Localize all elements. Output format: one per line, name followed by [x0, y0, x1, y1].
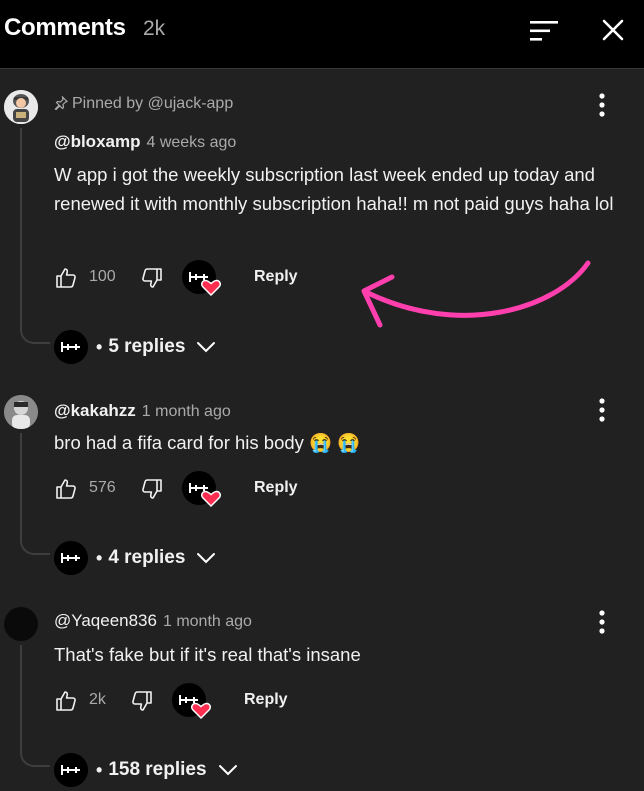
- comment-author[interactable]: @bloxamp: [54, 132, 140, 151]
- creator-heart-icon: [182, 260, 221, 296]
- thread-line: [20, 433, 50, 555]
- comment-meta: @Yaqeen836 1 month ago: [54, 611, 252, 631]
- reply-button[interactable]: Reply: [254, 268, 298, 286]
- like-count: 100: [89, 268, 116, 285]
- thumb-up-icon[interactable]: [54, 689, 78, 713]
- view-replies-button[interactable]: • 4 replies: [54, 541, 217, 575]
- comment-count: 2k: [143, 17, 166, 40]
- thumb-up-icon[interactable]: [54, 266, 78, 290]
- reply-button[interactable]: Reply: [244, 691, 288, 709]
- comment-actions: 576 Reply: [54, 471, 354, 507]
- more-vert-icon[interactable]: [592, 396, 612, 424]
- comment-text: W app i got the weekly subscription last…: [54, 164, 614, 214]
- creator-heart-icon: [182, 471, 221, 507]
- comment-actions: 100 Reply: [54, 260, 354, 296]
- replies-count: 158 replies: [108, 759, 207, 780]
- like-count: 2k: [89, 691, 106, 708]
- comment-author[interactable]: @Yaqeen836: [54, 611, 157, 630]
- comment-text: That's fake but if it's real that's insa…: [54, 644, 361, 665]
- avatar: [54, 541, 88, 575]
- comment-author[interactable]: @kakahzz: [54, 401, 136, 420]
- chevron-down-icon: [197, 342, 216, 353]
- sort-icon[interactable]: [528, 18, 560, 44]
- thumb-down-icon[interactable]: [140, 477, 164, 501]
- avatar: [54, 330, 88, 364]
- more-vert-icon[interactable]: [592, 91, 612, 119]
- creator-heart-icon: [172, 683, 211, 719]
- annotation-arrow: [361, 260, 591, 328]
- avatar[interactable]: [4, 395, 38, 429]
- comment-time[interactable]: 4 weeks ago: [146, 134, 236, 151]
- chevron-down-icon: [197, 553, 216, 564]
- view-replies-button[interactable]: • 5 replies: [54, 330, 217, 364]
- pinned-label: Pinned by @ujack-app: [54, 95, 233, 113]
- close-icon[interactable]: [598, 15, 628, 45]
- thumb-up-icon[interactable]: [54, 477, 78, 501]
- avatar[interactable]: [4, 90, 38, 124]
- comment-actions: 2k Reply: [54, 683, 354, 719]
- thread-line: [20, 128, 50, 344]
- reply-button[interactable]: Reply: [254, 479, 298, 497]
- chevron-down-icon: [218, 765, 237, 776]
- avatar[interactable]: [4, 607, 38, 641]
- replies-count: 4 replies: [108, 547, 186, 568]
- comment-text: bro had a fifa card for his body 😭 😭: [54, 432, 361, 453]
- pin-icon: [54, 95, 69, 111]
- separator-dot: •: [96, 547, 103, 568]
- thumb-down-icon[interactable]: [130, 689, 154, 713]
- comments-header: Comments 2k: [0, 0, 644, 69]
- comment-time[interactable]: 1 month ago: [142, 403, 231, 420]
- avatar: [54, 753, 88, 787]
- thumb-down-icon[interactable]: [140, 266, 164, 290]
- pinned-text: Pinned by @ujack-app: [72, 95, 234, 112]
- separator-dot: •: [96, 759, 103, 780]
- like-count: 576: [89, 479, 116, 496]
- panel-title: Comments: [4, 14, 126, 41]
- comment-meta: @kakahzz 1 month ago: [54, 401, 231, 421]
- replies-count: 5 replies: [108, 336, 186, 357]
- comment-meta: @bloxamp 4 weeks ago: [54, 132, 236, 152]
- more-vert-icon[interactable]: [592, 608, 612, 636]
- comment-time[interactable]: 1 month ago: [163, 613, 252, 630]
- view-replies-button[interactable]: • 158 replies: [54, 753, 239, 787]
- thread-line: [20, 645, 50, 767]
- separator-dot: •: [96, 336, 103, 357]
